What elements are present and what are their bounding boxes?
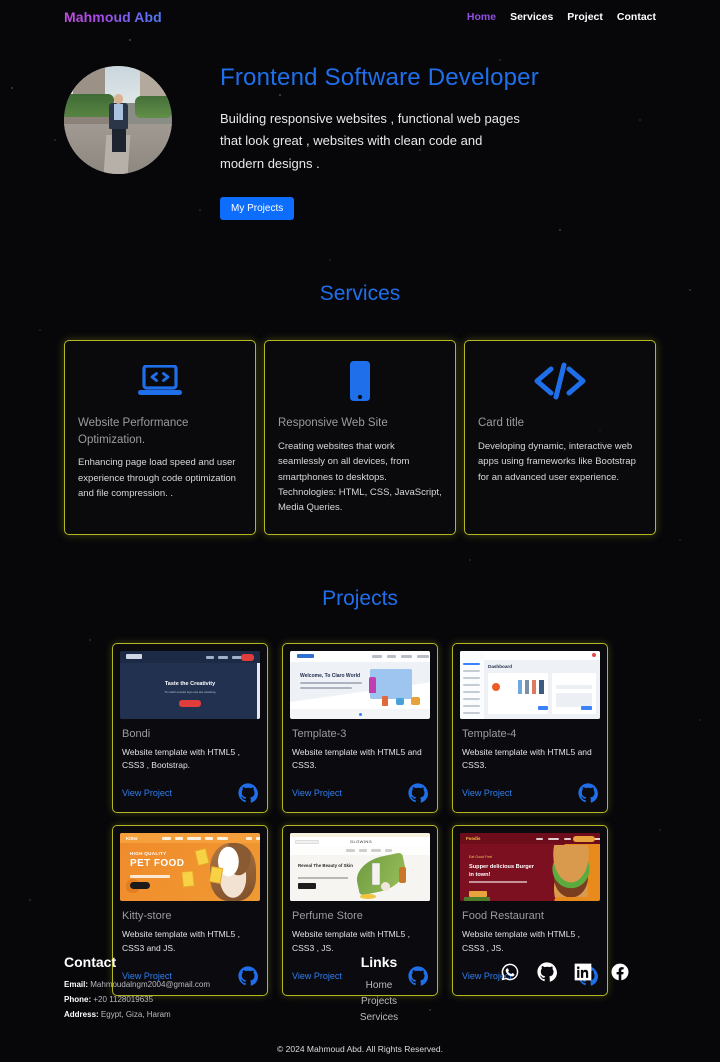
view-project-link[interactable]: View Project xyxy=(122,788,172,798)
thumb-headline: Reveal The Beauty of Skin xyxy=(298,863,353,869)
view-project-link[interactable]: View Project xyxy=(462,788,512,798)
kitty-store-thumbnail: Kitter HIGH QUALITY PET FOOD xyxy=(120,833,260,902)
contact-email-label: Email: xyxy=(64,980,89,989)
project-footer: View Project xyxy=(462,783,598,803)
nav-item-project[interactable]: Project xyxy=(567,11,603,23)
service-card[interactable]: Card title Developing dynamic, interacti… xyxy=(464,340,656,535)
hero-section: Frontend Software Developer Building res… xyxy=(0,34,720,221)
contact-heading: Contact xyxy=(64,954,117,970)
bondi-template-thumbnail: Taste the Creativity To catch excited si… xyxy=(120,650,260,719)
service-body: Enhancing page load speed and user exper… xyxy=(78,457,236,500)
template-3-thumbnail: Welcome, To Claro World xyxy=(290,650,430,719)
portfolio-page: Mahmoud Abd Home Services Project Contac… xyxy=(0,0,720,1062)
contact-phone-label: Phone: xyxy=(64,994,92,1004)
github-icon[interactable] xyxy=(578,783,598,803)
contact-address-label: Address: xyxy=(64,1009,99,1019)
project-title: Kitty-store xyxy=(122,910,172,923)
github-icon[interactable] xyxy=(537,962,557,982)
services-card-list: Website Performance Optimization. Enhanc… xyxy=(0,340,720,535)
nav-item-home[interactable]: Home xyxy=(467,11,496,23)
linkedin-icon[interactable] xyxy=(573,962,593,982)
github-icon[interactable] xyxy=(238,783,258,803)
mobile-phone-icon xyxy=(278,357,442,405)
contact-phone-value[interactable]: +20 1128019635 xyxy=(93,995,153,1004)
project-description: Website template with HTML5 and CSS3. xyxy=(292,746,422,771)
footer-contact: Contact Email: Mahmoudalngm2004@gmail.co… xyxy=(64,954,284,1027)
project-title: Food Restaurant xyxy=(462,910,544,923)
thumb-sub: To catch excited sign ups are amazing xyxy=(164,689,216,694)
contact-phone-row: Phone: +20 1128019635 xyxy=(64,993,284,1008)
copyright-text: © 2024 Mahmoud Abd. All Rights Reserved. xyxy=(277,1044,443,1054)
nav-item-services[interactable]: Services xyxy=(510,11,553,23)
nav-item-contact[interactable]: Contact xyxy=(617,11,656,23)
facebook-icon[interactable] xyxy=(610,962,630,982)
projects-grid: Taste the Creativity To catch excited si… xyxy=(0,642,720,996)
thumb-headline: Welcome, To Claro World xyxy=(300,672,361,679)
project-footer: View Project xyxy=(122,783,258,803)
project-card[interactable]: Welcome, To Claro World Template-3 Websi… xyxy=(282,642,438,814)
site-footer: Contact Email: Mahmoudalngm2004@gmail.co… xyxy=(0,944,720,1062)
view-project-link[interactable]: View Project xyxy=(292,788,342,798)
contact-email-row: Email: Mahmoudalngm2004@gmail.com xyxy=(64,978,284,993)
projects-heading: Projects xyxy=(322,586,398,610)
project-title: Template-3 xyxy=(292,727,347,740)
hero-text: Frontend Software Developer Building res… xyxy=(220,58,656,221)
thumb-headline: Dashboard xyxy=(488,663,512,669)
page-title: Frontend Software Developer xyxy=(220,64,539,91)
template-4-thumbnail: Dashboard xyxy=(460,650,600,719)
service-title: Card title xyxy=(478,417,525,430)
project-title: Bondi xyxy=(122,727,151,740)
footer-social-links xyxy=(474,954,656,1027)
contact-address-value: Egypt, Giza, Haram xyxy=(100,1009,171,1019)
food-restaurant-thumbnail: Foodis Eat Good Feel Supper delicious Bu… xyxy=(460,833,600,902)
project-description: Website template with HTML5 , CSS3 , Boo… xyxy=(122,746,240,771)
whatsapp-icon[interactable] xyxy=(500,962,520,982)
project-description: Website template with HTML5 and CSS3. xyxy=(462,746,592,771)
top-navbar: Mahmoud Abd Home Services Project Contac… xyxy=(0,0,720,34)
my-projects-button[interactable]: My Projects xyxy=(220,197,295,221)
thumb-eyebrow: Eat Good Feel xyxy=(469,855,493,860)
contact-address-row: Address: Egypt, Giza, Haram xyxy=(64,1008,284,1023)
service-body: Creating websites that work seamlessly o… xyxy=(278,440,442,514)
footer-link-projects[interactable]: Projects xyxy=(284,994,474,1010)
project-title: Template-4 xyxy=(462,727,517,740)
services-section: Services Website Performance Optimizatio… xyxy=(0,282,720,535)
brand-logo[interactable]: Mahmoud Abd xyxy=(64,9,162,25)
thumb-headline: PET FOOD xyxy=(130,858,185,870)
service-card[interactable]: Website Performance Optimization. Enhanc… xyxy=(64,340,256,535)
services-heading: Services xyxy=(319,282,401,306)
contact-email-value[interactable]: Mahmoudalngm2004@gmail.com xyxy=(90,980,210,989)
service-title: Website Performance Optimization. xyxy=(78,417,189,446)
service-card[interactable]: Responsive Web Site Creating websites th… xyxy=(264,340,456,535)
project-card[interactable]: Taste the Creativity To catch excited si… xyxy=(112,642,268,814)
project-card[interactable]: Dashboard Template-4 Website template wi… xyxy=(452,642,608,814)
github-icon[interactable] xyxy=(408,783,428,803)
footer-link-home[interactable]: Home xyxy=(284,978,474,994)
thumb-headline: Supper delicious Burger in town! xyxy=(469,864,534,879)
footer-columns: Contact Email: Mahmoudalngm2004@gmail.co… xyxy=(64,944,656,1027)
thumb-eyebrow: HIGH QUALITY xyxy=(130,851,167,857)
footer-link-services[interactable]: Services xyxy=(284,1010,474,1026)
avatar xyxy=(64,66,172,174)
code-brackets-icon xyxy=(478,357,642,405)
thumb-headline: Taste the Creativity xyxy=(164,680,216,687)
nav-links: Home Services Project Contact xyxy=(467,11,656,23)
project-footer: View Project xyxy=(292,783,428,803)
projects-section: Projects Taste the Creativity To catch e… xyxy=(0,587,720,996)
hero-description: Building responsive websites , functiona… xyxy=(220,111,520,171)
perfume-store-thumbnail: GLOWING Reveal The Beauty of Skin xyxy=(290,833,430,902)
laptop-code-icon xyxy=(78,357,242,405)
service-title: Responsive Web Site xyxy=(278,417,388,430)
footer-links: Links Home Projects Services xyxy=(284,954,474,1027)
service-body: Developing dynamic, interactive web apps… xyxy=(478,440,636,483)
thumb-logo: GLOWING xyxy=(350,839,373,845)
project-title: Perfume Store xyxy=(292,910,363,923)
links-heading: Links xyxy=(360,954,398,970)
